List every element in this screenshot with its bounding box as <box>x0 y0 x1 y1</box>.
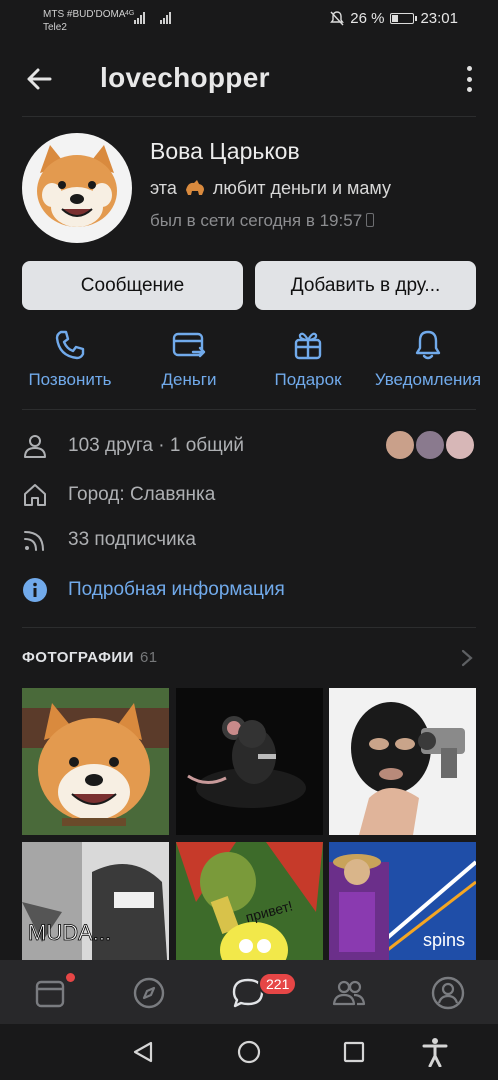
signal-icon-2 <box>160 12 171 24</box>
details-link[interactable]: Подробная информация <box>22 577 285 603</box>
add-friend-button[interactable]: Добавить в дру... <box>255 261 476 310</box>
phone-icon <box>55 330 85 360</box>
followers-text: 33 подписчика <box>68 529 196 550</box>
gift-action[interactable]: Подарок <box>246 328 370 390</box>
details-text: Подробная информация <box>68 579 285 600</box>
friends-count: 103 друга · 1 общий <box>68 435 245 456</box>
carrier-info: MTS #BUD'DOMA Tele2 <box>43 8 125 34</box>
dog-emoji-icon <box>185 180 204 195</box>
spins-caption: spins <box>423 930 465 950</box>
page-title: lovechopper <box>100 62 270 93</box>
friends-row[interactable]: 103 друга · 1 общий <box>22 433 244 459</box>
message-button[interactable]: Сообщение <box>22 261 243 310</box>
photos-header[interactable]: ФОТОГРАФИИ 61 <box>22 649 158 666</box>
bell-icon <box>415 330 441 360</box>
divider <box>22 627 476 628</box>
last-seen: был в сети сегодня в 19:57 <box>150 211 375 231</box>
city-row: Город: Славянка <box>22 482 215 508</box>
gift-icon <box>294 332 322 360</box>
friend-avatar[interactable] <box>384 429 416 461</box>
status-right: 26 % 23:01 <box>330 10 458 27</box>
profile-status: эта любит деньги и маму <box>150 178 391 199</box>
status-text-start: эта <box>150 178 177 198</box>
photos-title: ФОТОГРАФИИ <box>22 649 134 666</box>
profile-icon[interactable] <box>431 976 465 1010</box>
mobile-icon <box>366 213 375 227</box>
photo-thumbnail[interactable] <box>22 688 169 835</box>
chevron-right-icon[interactable] <box>460 648 474 668</box>
battery-percent: 26 % <box>350 10 385 27</box>
notifications-action[interactable]: Уведомления <box>366 328 490 390</box>
profile-header: lovechopper <box>0 52 498 108</box>
status-text-end: любит деньги и маму <box>212 178 391 198</box>
rss-icon <box>24 531 44 551</box>
money-label: Деньги <box>161 370 217 389</box>
notification-dot <box>66 973 75 982</box>
info-icon <box>23 578 47 602</box>
bottom-tab-bar <box>0 960 498 1024</box>
divider <box>22 116 476 117</box>
back-arrow-icon[interactable] <box>24 64 54 94</box>
nav-recents-icon[interactable] <box>343 1041 365 1063</box>
call-action[interactable]: Позвонить <box>8 328 132 390</box>
clock: 23:01 <box>420 10 458 27</box>
friend-avatar[interactable] <box>414 429 446 461</box>
call-label: Позвонить <box>28 370 112 389</box>
mute-icon <box>330 11 345 26</box>
more-menu-icon[interactable] <box>464 66 474 92</box>
photo-thumbnail[interactable] <box>176 688 323 835</box>
battery-icon <box>390 13 418 24</box>
photo-thumbnail[interactable] <box>329 688 476 835</box>
accessibility-icon[interactable] <box>422 1037 448 1067</box>
discover-compass-icon[interactable] <box>132 976 166 1010</box>
gift-label: Подарок <box>274 370 342 389</box>
divider <box>22 409 476 410</box>
user-icon <box>24 435 46 458</box>
photos-count: 61 <box>139 649 158 666</box>
signal-icon <box>134 12 145 24</box>
profile-name: Вова Царьков <box>150 138 300 164</box>
nav-back-icon[interactable] <box>132 1040 154 1064</box>
avatar[interactable] <box>22 133 132 243</box>
notifications-label: Уведомления <box>374 370 482 389</box>
muda-caption: MUDA... <box>28 920 111 945</box>
friends-icon[interactable] <box>332 976 366 1010</box>
money-icon <box>172 332 206 358</box>
network-type: 4G <box>125 10 135 17</box>
messages-badge: 221 <box>258 972 298 996</box>
city-text: Город: Славянка <box>68 484 216 505</box>
system-nav-bar <box>0 1024 498 1080</box>
news-feed-icon[interactable] <box>33 976 67 1010</box>
carrier-2: Tele2 <box>43 22 67 33</box>
nav-home-icon[interactable] <box>237 1040 261 1064</box>
money-action[interactable]: Деньги <box>127 328 251 390</box>
status-bar: MTS #BUD'DOMA Tele2 4G 26 % 23:01 <box>0 0 498 40</box>
last-seen-text: был в сети сегодня в 19:57 <box>150 211 363 230</box>
carrier-1: MTS #BUD'DOMA <box>43 9 126 20</box>
friend-avatar[interactable] <box>444 429 476 461</box>
followers-row[interactable]: 33 подписчика <box>22 527 196 553</box>
home-icon <box>24 484 46 506</box>
